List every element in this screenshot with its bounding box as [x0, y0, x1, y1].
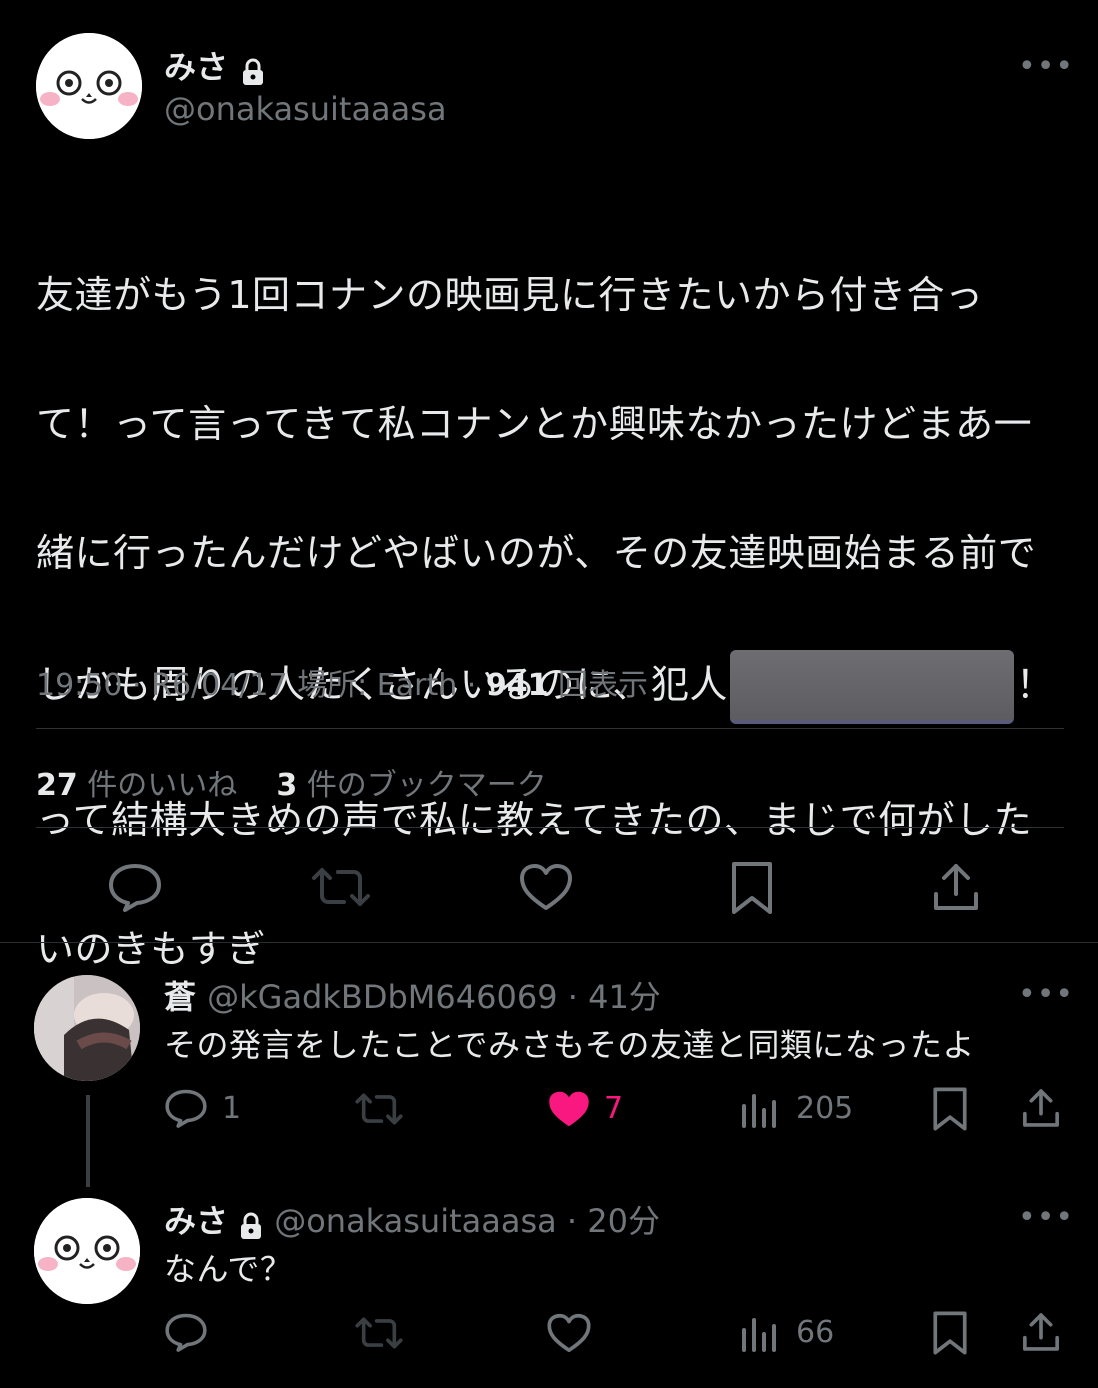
thread-line [86, 1095, 90, 1187]
bookmarks-stat[interactable]: 3 件のブックマーク [276, 768, 546, 803]
reply-avatar[interactable] [34, 1198, 140, 1304]
like-icon[interactable] [518, 862, 574, 912]
retweet-icon[interactable] [354, 1090, 404, 1128]
reply-author-handle[interactable]: @onakasuitaaasa [274, 1202, 557, 1240]
reply-time[interactable]: 41分 [588, 978, 661, 1016]
views-icon[interactable] [740, 1090, 780, 1130]
reply-time[interactable]: 20分 [587, 1202, 660, 1240]
post-time[interactable]: 19:50 [36, 668, 122, 703]
divider [36, 728, 1064, 729]
reply-author-handle[interactable]: @kGadkBDbM646069 [207, 978, 557, 1016]
share-icon[interactable] [1020, 1310, 1062, 1354]
lock-icon [239, 1212, 263, 1244]
reply-icon[interactable] [164, 1088, 208, 1128]
reply-avatar[interactable] [34, 975, 140, 1081]
author-name[interactable]: みさ [164, 48, 228, 86]
reply-author-name[interactable]: みさ [164, 1202, 228, 1240]
divider [36, 827, 1064, 828]
lock-icon [241, 58, 265, 90]
post-location: 場所: Earth [297, 668, 458, 703]
post-meta: 19:50 · R6/04/17 場所: Earth · 941 回表示 [36, 668, 649, 703]
more-icon[interactable]: ••• [1018, 1203, 1074, 1233]
divider [0, 942, 1098, 943]
views-count: 941 [485, 668, 549, 703]
bookmark-icon[interactable] [730, 860, 774, 916]
post-date[interactable]: R6/04/17 [151, 668, 288, 703]
more-icon[interactable]: ••• [1018, 52, 1074, 82]
reply-text: その発言をしたことでみさもその友達と同類になったよ [164, 1026, 975, 1064]
redacted-block [729, 649, 1014, 724]
like-count: 7 [604, 1091, 624, 1126]
reply-author-name[interactable]: 蒼 [164, 978, 196, 1016]
tweet-line: 友達がもう1回コナンの映画見に行きたいから付き合っ [36, 272, 984, 317]
views-count: 205 [796, 1091, 854, 1126]
retweet-icon[interactable] [310, 864, 372, 910]
tweet-text: 友達がもう1回コナンの映画見に行きたいから付き合っ て！って言ってきて私コナンと… [36, 198, 1076, 1046]
retweet-icon[interactable] [354, 1314, 404, 1352]
reply-text: なんで？ [164, 1250, 293, 1288]
reply-icon[interactable] [164, 1312, 208, 1352]
views-count: 66 [796, 1315, 835, 1350]
more-icon[interactable]: ••• [1018, 980, 1074, 1010]
likes-stat[interactable]: 27 件のいいね [36, 768, 237, 803]
share-icon[interactable] [930, 860, 982, 914]
like-icon-active[interactable] [546, 1088, 592, 1130]
bookmark-icon[interactable] [932, 1310, 968, 1356]
share-icon[interactable] [1020, 1086, 1062, 1130]
reply-count: 1 [222, 1091, 242, 1126]
views-icon[interactable] [740, 1314, 780, 1354]
reply-icon[interactable] [107, 862, 163, 912]
tweet-line: 緒に行ったんだけどやばいのが、その友達映画始まる前で [36, 530, 1037, 575]
tweet-line: て！って言ってきて私コナンとか興味なかったけどまあ一 [36, 401, 1033, 446]
post-stats: 27 件のいいね 3 件のブックマーク [36, 760, 547, 804]
like-icon[interactable] [546, 1312, 592, 1354]
author-handle[interactable]: @onakasuitaaasa [164, 90, 447, 128]
author-avatar[interactable] [36, 33, 142, 139]
bookmark-icon[interactable] [932, 1086, 968, 1132]
views-label: 回表示 [558, 668, 649, 703]
